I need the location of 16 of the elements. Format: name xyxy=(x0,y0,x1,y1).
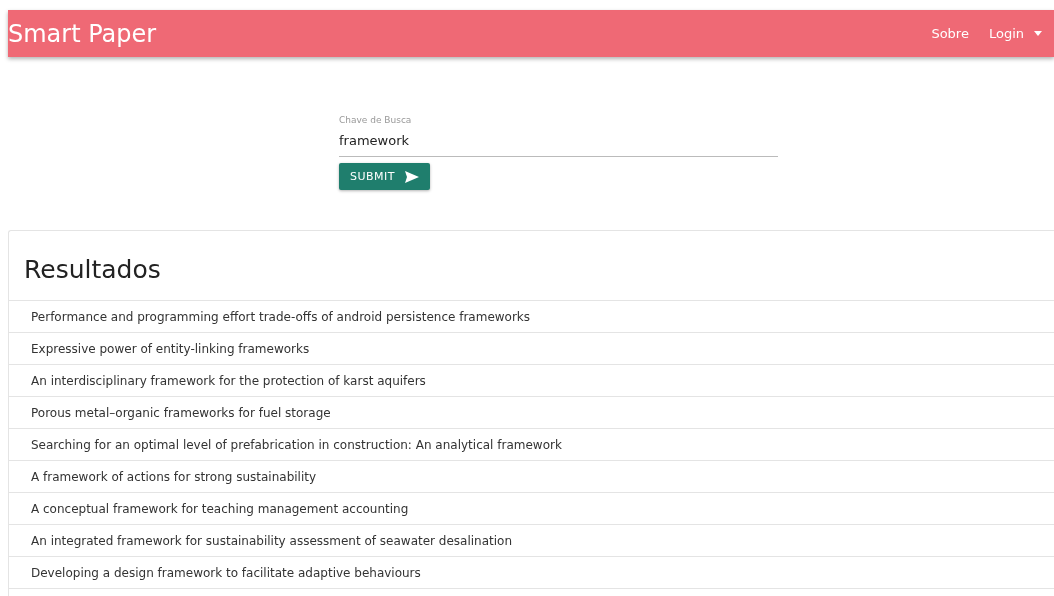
result-item[interactable]: A framework of actions for strong sustainability xyxy=(31,469,317,484)
result-item[interactable]: Expressive power of entity-linking frameworks xyxy=(31,341,310,356)
search-field[interactable]: framework xyxy=(339,127,778,157)
caret-icon xyxy=(1034,31,1042,36)
results-title: Resultados xyxy=(23,254,162,286)
result-item[interactable]: An integrated framework for sustainability assessment of seawater desalination xyxy=(31,533,513,548)
result-item[interactable]: Searching for an optimal level of prefabrication in construction: An analytical framework xyxy=(31,437,562,452)
send-icon xyxy=(405,170,419,183)
app-title: Smart Paper xyxy=(8,19,158,48)
result-item[interactable]: A conceptual framework for teaching management accounting xyxy=(31,501,409,516)
result-item[interactable]: Performance and programming effort trade-offs of android persistence frameworks xyxy=(31,309,531,324)
result-item[interactable]: An interdisciplinary framework for the protection of karst aquifers xyxy=(31,373,426,388)
submit-button[interactable]: SUBMIT xyxy=(339,163,430,190)
result-item[interactable]: Porous metal–organic frameworks for fuel storage xyxy=(31,405,331,420)
field-label: Chave de Busca xyxy=(339,115,413,125)
result-item[interactable]: Developing a design framework to facilitate adaptive behaviours xyxy=(31,565,421,580)
